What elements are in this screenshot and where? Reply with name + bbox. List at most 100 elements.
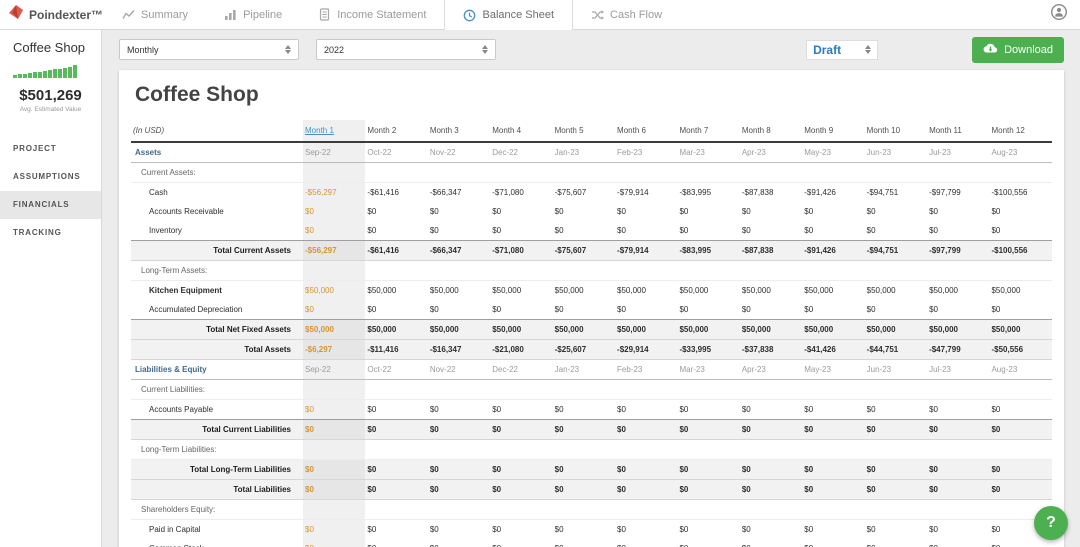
value-cell: $0 bbox=[492, 226, 502, 235]
row-label: Total Current Liabilities bbox=[131, 419, 303, 440]
row-label: Long-Term Assets: bbox=[131, 260, 303, 281]
value-cell[interactable]: $0 bbox=[303, 399, 366, 420]
status-select[interactable]: Draft bbox=[806, 39, 879, 60]
table-row: Inventory $0 $0 $0 $0 $0 $0 $0 $0 $0 $0 $0 $0 bbox=[131, 221, 1052, 241]
value-cell: $50,000 bbox=[804, 286, 834, 295]
value-cell: -$87,838 bbox=[741, 188, 774, 197]
value-cell[interactable]: -$56,297 bbox=[303, 240, 366, 261]
year-select[interactable]: 2022 bbox=[316, 39, 496, 60]
value-cell: $0 bbox=[989, 539, 1052, 547]
value-cell: -$50,556 bbox=[989, 339, 1052, 360]
value-cell[interactable]: $0 bbox=[303, 221, 366, 241]
empty-cell bbox=[552, 499, 616, 520]
row-label: Assets bbox=[131, 142, 303, 163]
tab-summary[interactable]: Summary bbox=[104, 0, 206, 29]
value-cell: $0 bbox=[741, 305, 751, 314]
value-cell[interactable]: $0 bbox=[303, 519, 366, 539]
value-cell: $0 bbox=[615, 539, 677, 547]
sidebar-item-tracking[interactable]: TRACKING bbox=[0, 219, 101, 247]
row-label: Liabilities & Equity bbox=[131, 359, 303, 380]
value-cell[interactable]: $0 bbox=[303, 479, 366, 500]
tab-balance-sheet[interactable]: Balance Sheet bbox=[444, 0, 574, 30]
empty-cell bbox=[739, 379, 803, 400]
empty-cell bbox=[365, 439, 428, 460]
empty-cell bbox=[490, 162, 553, 183]
date-cell: Dec-22 bbox=[490, 359, 553, 380]
empty-cell bbox=[615, 260, 678, 281]
value-cell: $50,000 bbox=[552, 319, 616, 340]
value-cell: $0 bbox=[492, 207, 502, 216]
value-cell: -$41,426 bbox=[802, 339, 865, 360]
top-navbar: Poindexter™ Summary Pipeline Income Stat… bbox=[0, 0, 1080, 30]
value-cell: $0 bbox=[741, 525, 751, 534]
sidebar-item-project[interactable]: PROJECT bbox=[0, 135, 101, 163]
date-cell: Apr-23 bbox=[739, 359, 803, 380]
value-cell[interactable]: $50,000 bbox=[303, 319, 366, 340]
value-cell: -$25,607 bbox=[552, 339, 616, 360]
empty-cell bbox=[427, 260, 491, 281]
value-cell: -$79,914 bbox=[617, 188, 649, 197]
value-cell[interactable]: $50,000 bbox=[303, 280, 366, 300]
date-cell: Nov-22 bbox=[427, 359, 491, 380]
table-row: Total Current Liabilities $0 $0 $0 $0 $0 $0 $0 $… bbox=[131, 419, 1052, 440]
empty-cell bbox=[802, 379, 865, 400]
value-cell: -$66,347 bbox=[429, 188, 462, 197]
sidebar-item-assumptions[interactable]: ASSUMPTIONS bbox=[0, 163, 101, 191]
period-select[interactable]: Monthly bbox=[119, 39, 299, 60]
value-cell: $0 bbox=[804, 305, 814, 314]
value-cell: -$61,416 bbox=[367, 188, 399, 197]
value-cell: $0 bbox=[866, 305, 876, 314]
value-cell[interactable]: $0 bbox=[303, 419, 366, 440]
value-cell[interactable]: -$56,297 bbox=[303, 182, 366, 202]
value-cell[interactable]: $0 bbox=[303, 539, 366, 547]
value-cell[interactable]: -$6,297 bbox=[303, 339, 366, 360]
value-cell: $50,000 bbox=[677, 319, 740, 340]
date-cell: Dec-22 bbox=[490, 142, 553, 163]
help-button[interactable]: ? bbox=[1034, 506, 1068, 540]
table-row: Current Liabilities: bbox=[131, 379, 1052, 400]
sparkline-bar bbox=[68, 67, 72, 78]
value-cell: $0 bbox=[929, 305, 938, 314]
value-cell: $0 bbox=[617, 226, 626, 235]
poindexter-logo[interactable]: Poindexter™ bbox=[0, 0, 104, 29]
empty-cell bbox=[490, 260, 553, 281]
project-sidebar: Coffee Shop $501,269 Avg. Estimated Valu… bbox=[0, 30, 102, 547]
month-header: Month 3 bbox=[427, 120, 491, 143]
value-cell: $0 bbox=[429, 525, 439, 534]
tab-cash-flow[interactable]: Cash Flow bbox=[573, 0, 680, 29]
tab-pipeline[interactable]: Pipeline bbox=[206, 0, 300, 29]
empty-cell bbox=[989, 162, 1052, 183]
date-cell: Sep-22 bbox=[303, 142, 366, 163]
table-row: Shareholders Equity: bbox=[131, 499, 1052, 520]
month-header: Month 10 bbox=[864, 120, 928, 143]
month-header: Month 5 bbox=[552, 120, 616, 143]
value-cell: $0 bbox=[864, 459, 928, 480]
tab-label: Summary bbox=[141, 8, 189, 21]
row-label: Total Net Fixed Assets bbox=[131, 319, 303, 340]
row-label: Current Assets: bbox=[131, 162, 303, 183]
user-menu-button[interactable] bbox=[1050, 0, 1080, 29]
value-cell: $0 bbox=[927, 479, 990, 500]
sparkline-bar bbox=[33, 72, 37, 78]
value-cell: $0 bbox=[617, 207, 626, 216]
value-cell[interactable]: $0 bbox=[303, 459, 366, 480]
value-cell: $0 bbox=[804, 405, 814, 414]
download-button[interactable]: Download bbox=[972, 36, 1064, 63]
value-cell: $0 bbox=[429, 207, 439, 216]
updown-caret-icon bbox=[285, 45, 291, 54]
row-label: Total Liabilities bbox=[131, 479, 303, 500]
value-cell[interactable]: $0 bbox=[303, 202, 366, 221]
value-cell: $0 bbox=[927, 539, 989, 547]
value-cell: $0 bbox=[615, 459, 678, 480]
value-cell: $0 bbox=[991, 207, 1001, 216]
sidebar-item-financials[interactable]: FINANCIALS bbox=[0, 191, 101, 219]
value-cell: $0 bbox=[741, 207, 751, 216]
date-cell: Oct-22 bbox=[365, 359, 428, 380]
tab-income-statement[interactable]: Income Statement bbox=[300, 0, 444, 29]
value-cell: $0 bbox=[929, 405, 938, 414]
value-cell[interactable]: $0 bbox=[303, 300, 366, 320]
value-cell: $0 bbox=[554, 207, 564, 216]
table-row: Total Assets -$6,297 -$11,416 -$16,347 -$21,… bbox=[131, 339, 1052, 360]
month-header[interactable]: Month 1 bbox=[303, 120, 366, 143]
month-header: Month 8 bbox=[739, 120, 803, 143]
